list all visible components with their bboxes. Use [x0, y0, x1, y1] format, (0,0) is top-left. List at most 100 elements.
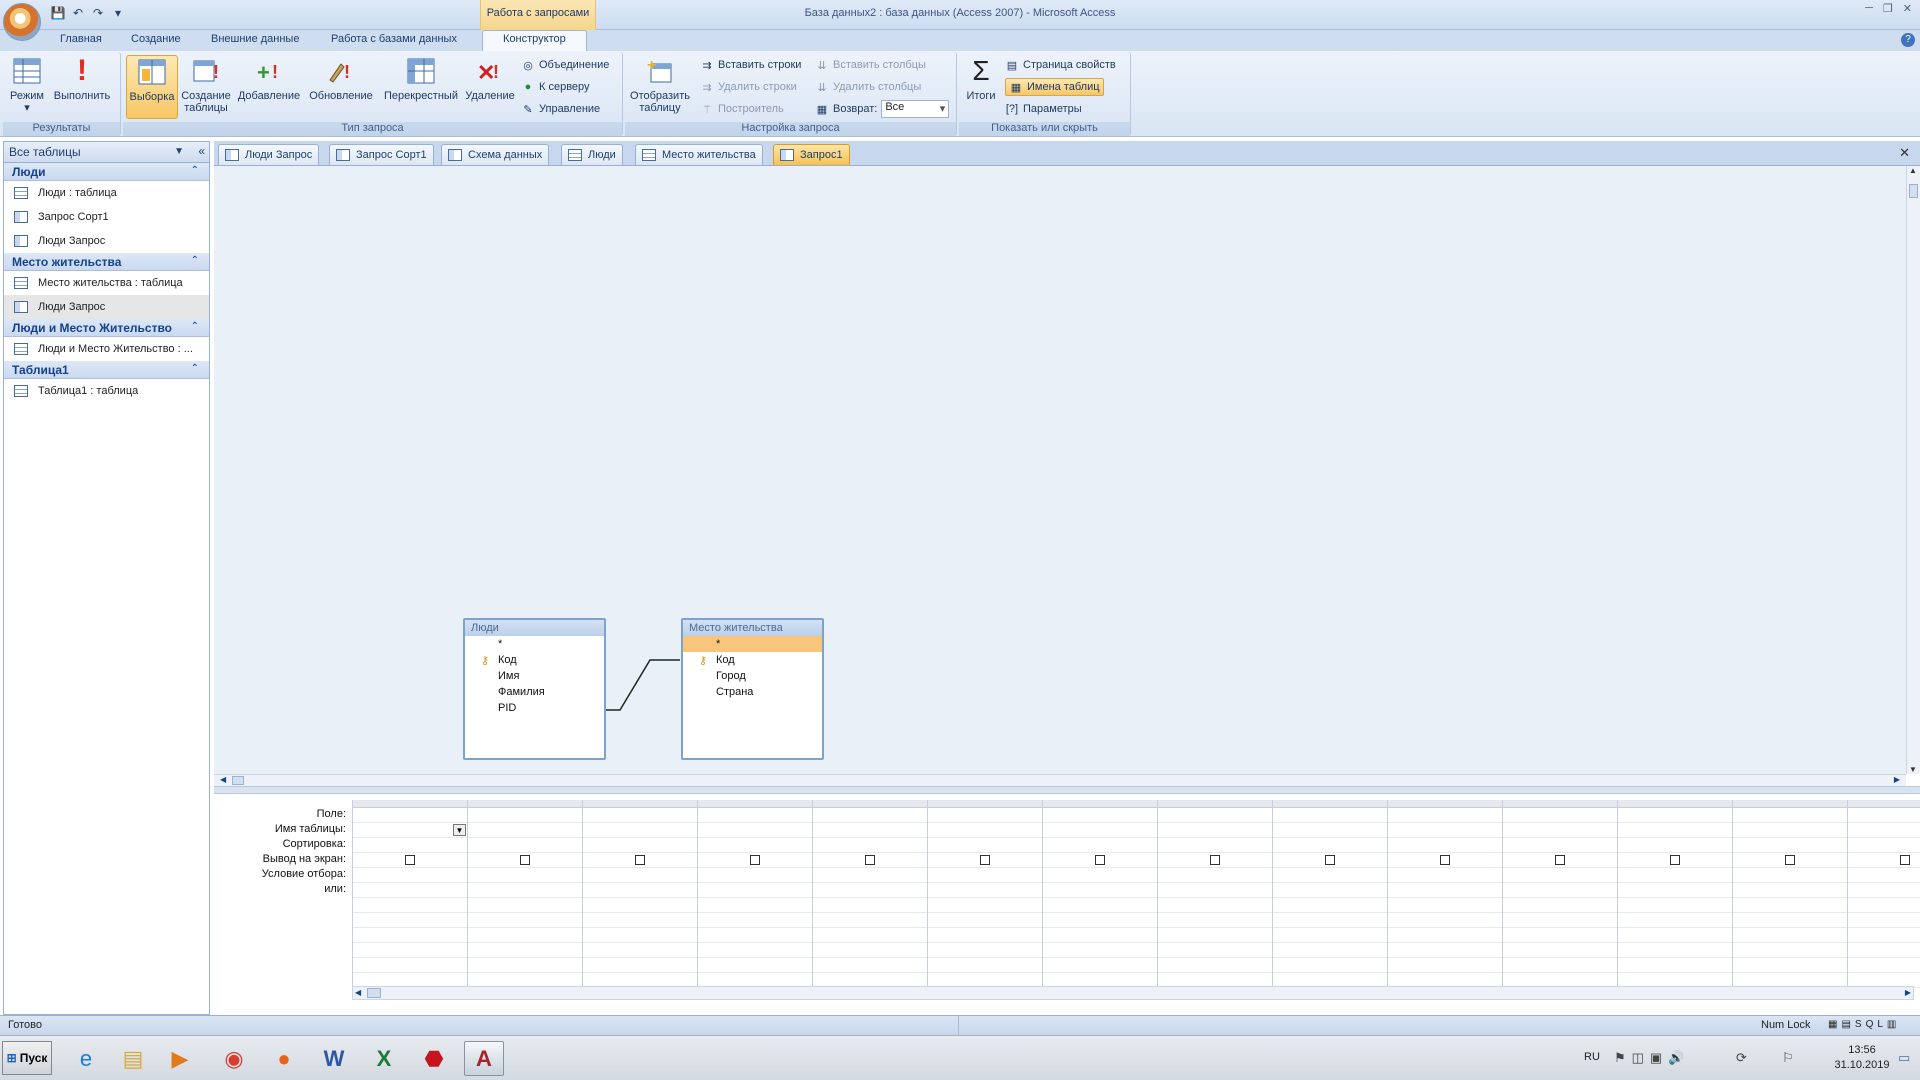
crosstab-button[interactable]: Перекрестный — [381, 55, 461, 102]
delete-query-button[interactable]: ✕! Удаление — [463, 55, 517, 102]
run-button[interactable]: ! Выполнить — [51, 55, 113, 103]
tab-create[interactable]: Создание — [131, 33, 181, 45]
grid-cell[interactable] — [353, 943, 467, 958]
chevron-up-icon[interactable]: ⌃ — [191, 363, 199, 374]
grid-cell[interactable] — [813, 838, 927, 853]
grid-cell[interactable] — [1273, 898, 1387, 913]
scrollbar-thumb[interactable] — [1909, 184, 1918, 198]
grid-cell[interactable] — [813, 853, 927, 868]
insert-columns-button[interactable]: ⇊ Вставить столбцы — [815, 56, 926, 74]
scrollbar-thumb[interactable] — [232, 776, 244, 785]
grid-cell[interactable] — [1618, 823, 1732, 838]
grid-cell[interactable] — [1158, 913, 1272, 928]
grid-cell[interactable] — [928, 883, 1042, 898]
grid-cell[interactable] — [583, 898, 697, 913]
show-checkbox[interactable] — [635, 855, 645, 865]
grid-cell[interactable] — [468, 898, 582, 913]
show-checkbox[interactable] — [1555, 855, 1565, 865]
grid-cell[interactable] — [1273, 823, 1387, 838]
field-surname[interactable]: Фамилия — [465, 684, 604, 700]
grid-cell[interactable] — [1388, 943, 1502, 958]
nav-item[interactable]: Люди и Место Жительство : ... — [4, 337, 209, 361]
grid-cell[interactable] — [583, 838, 697, 853]
grid-cell[interactable] — [1733, 808, 1847, 823]
grid-cell[interactable] — [698, 808, 812, 823]
grid-cell[interactable] — [1503, 943, 1617, 958]
grid-cell[interactable] — [583, 868, 697, 883]
grid-cell[interactable] — [1848, 883, 1920, 898]
grid-cell[interactable] — [1158, 958, 1272, 973]
grid-cell[interactable] — [1733, 928, 1847, 943]
grid-cell[interactable] — [468, 838, 582, 853]
designer-vertical-scrollbar[interactable]: ▲ ▼ — [1906, 166, 1920, 774]
grid-cell[interactable] — [1273, 883, 1387, 898]
field-city[interactable]: Город — [683, 668, 822, 684]
grid-cell[interactable] — [1388, 883, 1502, 898]
grid-cell[interactable] — [1043, 823, 1157, 838]
select-query-button[interactable]: Выборка — [126, 55, 178, 119]
grid-cell[interactable] — [1388, 898, 1502, 913]
grid-cell[interactable] — [468, 868, 582, 883]
grid-cell[interactable] — [1618, 853, 1732, 868]
nav-pane-header[interactable]: Все таблицы ▼ « — [4, 142, 209, 163]
grid-cell[interactable] — [928, 913, 1042, 928]
collapse-pane-icon[interactable]: « — [198, 144, 205, 158]
show-checkbox[interactable] — [1210, 855, 1220, 865]
nav-group-header[interactable]: Место жительства ⌃ — [4, 253, 209, 271]
grid-cell[interactable] — [1043, 808, 1157, 823]
tab-database-tools[interactable]: Работа с базами данных — [331, 33, 457, 45]
field-star[interactable]: * — [465, 636, 604, 652]
scroll-down-icon[interactable]: ▼ — [1909, 765, 1917, 774]
parameters-button[interactable]: [?] Параметры — [1005, 100, 1082, 118]
grid-cell[interactable] — [353, 898, 467, 913]
grid-cell[interactable] — [1043, 898, 1157, 913]
grid-cell[interactable] — [468, 853, 582, 868]
grid-cell[interactable] — [468, 958, 582, 973]
doc-tab[interactable]: Схема данных — [441, 144, 550, 165]
management-button[interactable]: ✎ Управление — [521, 100, 600, 118]
grid-cell[interactable] — [353, 958, 467, 973]
to-server-button[interactable]: ● К серверу — [521, 78, 590, 96]
column-selector[interactable] — [1043, 800, 1157, 808]
grid-cell[interactable] — [1273, 943, 1387, 958]
field-star[interactable]: * — [683, 636, 822, 652]
grid-cell[interactable] — [1618, 883, 1732, 898]
grid-cell[interactable] — [1273, 838, 1387, 853]
grid-cell[interactable] — [1618, 958, 1732, 973]
grid-cell[interactable] — [1848, 853, 1920, 868]
tray-icons[interactable]: ⚑◫▣🔊 — [1614, 1050, 1690, 1066]
grid-cell[interactable] — [1733, 823, 1847, 838]
explorer-icon[interactable]: ▤ — [113, 1041, 153, 1076]
view-switcher[interactable]: ▦▤SQL▥ — [1828, 1019, 1900, 1030]
column-selector[interactable] — [1618, 800, 1732, 808]
grid-cell[interactable] — [1618, 838, 1732, 853]
grid-cell[interactable] — [468, 883, 582, 898]
field-country[interactable]: Страна — [683, 684, 822, 700]
column-selector[interactable] — [928, 800, 1042, 808]
grid-cell[interactable] — [583, 958, 697, 973]
grid-cell[interactable] — [468, 943, 582, 958]
clock-date[interactable]: 31.10.2019 — [1834, 1059, 1890, 1071]
show-checkbox[interactable] — [405, 855, 415, 865]
grid-cell[interactable] — [928, 898, 1042, 913]
table-names-button[interactable]: ▦ Имена таблиц — [1005, 78, 1104, 96]
grid-cell[interactable] — [1618, 928, 1732, 943]
grid-cell[interactable] — [813, 943, 927, 958]
tab-design[interactable]: Конструктор — [482, 30, 587, 51]
grid-horizontal-scrollbar[interactable]: ◀ ▶ — [352, 986, 1914, 1000]
show-checkbox[interactable] — [750, 855, 760, 865]
column-selector[interactable] — [1388, 800, 1502, 808]
delete-rows-button[interactable]: ⇉ Удалить строки — [700, 78, 796, 96]
grid-cell[interactable] — [353, 808, 467, 823]
delete-columns-button[interactable]: ⇊ Удалить столбцы — [815, 78, 921, 96]
close-button[interactable]: ✕ — [1903, 2, 1912, 15]
grid-cell[interactable] — [353, 853, 467, 868]
grid-cell[interactable] — [1503, 853, 1617, 868]
field-list-title[interactable]: Место жительства — [683, 620, 822, 636]
doc-tab[interactable]: Люди — [561, 144, 623, 165]
scroll-right-icon[interactable]: ▶ — [1905, 988, 1911, 997]
grid-cell[interactable] — [698, 868, 812, 883]
grid-cell[interactable] — [1503, 823, 1617, 838]
make-table-button[interactable]: ! Создание таблицы — [180, 55, 232, 114]
grid-cell[interactable] — [1388, 853, 1502, 868]
